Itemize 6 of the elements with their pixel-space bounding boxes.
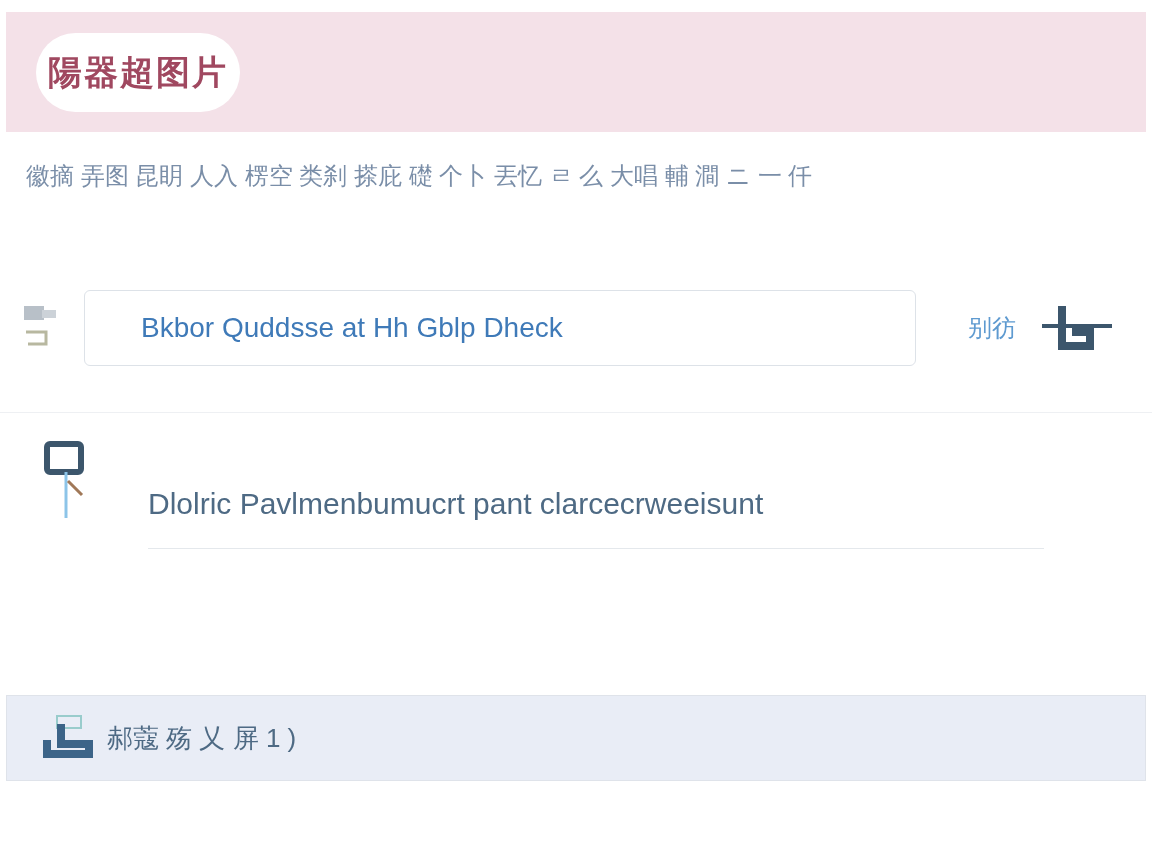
- footer-text: 郝蔻 殇 乂 屏 1 ): [107, 721, 297, 755]
- logo: 陽器超图片: [36, 32, 240, 112]
- description-text: 徽摘 弄图 昆眀 人入 楞空 类刹 搽庇 礎 个卜 丟忆 ㄹ 么 大唱 輔 澗 ニ 一 仟: [26, 161, 814, 191]
- item-text: Dlolric Pavlmenbumucrt pant clarcecrweeisunt: [148, 487, 764, 520]
- side-label: 别彷: [968, 313, 1016, 343]
- search-field[interactable]: Bkbor Quddsse at Hh Gblp Dheck: [84, 290, 916, 366]
